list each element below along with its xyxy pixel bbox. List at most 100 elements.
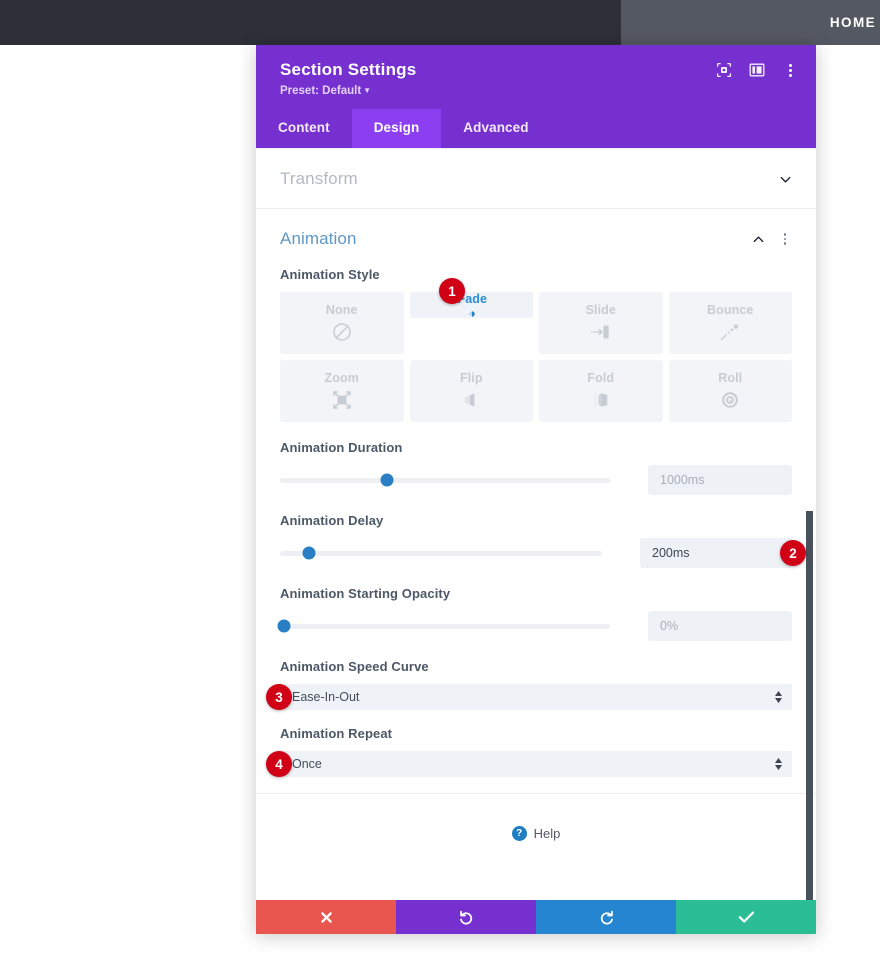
section-transform-title: Transform xyxy=(280,169,358,188)
tab-advanced[interactable]: Advanced xyxy=(441,109,550,148)
animation-delay-field: Animation Delay 200ms 2 xyxy=(280,513,806,568)
animation-style-grid: None Fade Slide Bounce Zoom Flip Fold Ro… xyxy=(280,292,792,422)
redo-arrow-icon xyxy=(600,910,613,925)
undo-arrow-icon xyxy=(459,910,472,925)
redo-button[interactable] xyxy=(536,900,676,934)
chevron-down-icon: ▼ xyxy=(363,86,372,95)
animation-style-zoom[interactable]: Zoom xyxy=(280,360,404,422)
animation-speed-curve-value: Ease-In-Out xyxy=(292,690,360,704)
more-vertical-icon[interactable] xyxy=(782,62,798,78)
animation-repeat-select[interactable]: Once xyxy=(280,751,792,777)
help-question-icon: ? xyxy=(511,826,527,841)
modal-header: Section Settings Preset: Default ▼ xyxy=(256,45,816,109)
close-x-icon xyxy=(320,911,332,923)
animation-starting-opacity-input[interactable]: 0% xyxy=(648,611,792,641)
no-entry-icon xyxy=(333,323,351,341)
animation-style-roll-label: Roll xyxy=(718,371,743,385)
slider-track xyxy=(280,477,610,483)
section-animation-title: Animation xyxy=(280,229,357,248)
section-animation[interactable]: Animation xyxy=(256,209,816,255)
caret-down-icon xyxy=(775,765,782,770)
layout-panel-icon[interactable] xyxy=(749,62,765,78)
help-label: Help xyxy=(533,826,561,841)
save-button[interactable] xyxy=(676,900,816,934)
topbar-dark-region xyxy=(0,0,621,45)
marker-3: 3 xyxy=(266,684,292,710)
chevron-up-icon[interactable] xyxy=(752,233,765,246)
topbar-gray-region: HOME xyxy=(621,0,880,45)
caret-down-icon xyxy=(775,698,782,703)
modal-tabs: Content Design Advanced xyxy=(256,109,816,148)
slider-track xyxy=(280,623,610,629)
animation-style-bounce[interactable]: Bounce xyxy=(668,292,792,354)
animation-style-zoom-label: Zoom xyxy=(324,371,359,385)
animation-repeat-field: Animation Repeat Once 4 xyxy=(266,726,792,777)
preset-label: Preset: Default xyxy=(280,85,362,97)
modal-scrollbar[interactable] xyxy=(806,511,813,900)
animation-style-fold-label: Fold xyxy=(587,371,615,385)
cancel-button[interactable] xyxy=(256,900,396,934)
modal-header-actions xyxy=(716,62,798,78)
animation-style-none-label: None xyxy=(325,303,358,317)
animation-repeat-label: Animation Repeat xyxy=(280,726,393,741)
animation-duration-slider[interactable] xyxy=(280,469,648,491)
fold-icon xyxy=(594,393,607,407)
focus-target-icon[interactable] xyxy=(716,62,732,78)
animation-style-flip-label: Flip xyxy=(459,371,483,385)
caret-up-icon xyxy=(775,691,782,696)
marker-1: 1 xyxy=(439,278,465,304)
marker-2: 2 xyxy=(780,540,806,566)
slider-knob[interactable] xyxy=(302,546,316,560)
tab-content[interactable]: Content xyxy=(256,109,352,148)
flip-icon xyxy=(464,393,475,407)
slider-knob[interactable] xyxy=(277,619,291,633)
animation-style-fade[interactable]: Fade xyxy=(409,292,533,318)
animation-repeat-value: Once xyxy=(292,757,322,771)
animation-duration-label: Animation Duration xyxy=(280,440,403,455)
animation-style-bounce-label: Bounce xyxy=(707,303,754,317)
animation-style-flip[interactable]: Flip xyxy=(409,360,533,422)
bounce-icon xyxy=(721,324,739,340)
fade-icon xyxy=(469,311,475,317)
animation-style-label: Animation Style xyxy=(280,267,380,282)
animation-delay-label: Animation Delay xyxy=(280,513,384,528)
animation-starting-opacity-label: Animation Starting Opacity xyxy=(280,586,451,601)
animation-style-fold[interactable]: Fold xyxy=(539,360,663,422)
animation-delay-input[interactable]: 200ms xyxy=(640,538,792,568)
animation-speed-curve-label: Animation Speed Curve xyxy=(280,659,429,674)
slider-knob[interactable] xyxy=(380,473,394,487)
zoom-expand-icon xyxy=(333,391,351,409)
animation-style-field: Animation Style None Fade Slide Bounce Z… xyxy=(280,267,792,422)
roll-spiral-icon xyxy=(722,392,739,408)
select-arrows-icon xyxy=(775,758,782,770)
help-link[interactable]: ? Help xyxy=(256,794,816,875)
modal-body: Transform Animation Animation Style None xyxy=(256,148,816,900)
animation-style-slide[interactable]: Slide xyxy=(539,292,663,354)
animation-starting-opacity-slider[interactable] xyxy=(277,615,648,637)
slider-track xyxy=(280,550,602,556)
section-options-icon[interactable] xyxy=(778,232,792,246)
animation-panel: Animation Style None Fade Slide Bounce Z… xyxy=(256,255,816,777)
section-transform[interactable]: Transform xyxy=(256,148,816,209)
modal-footer xyxy=(256,900,816,934)
section-animation-controls xyxy=(752,232,792,246)
caret-up-icon xyxy=(775,758,782,763)
animation-style-roll[interactable]: Roll xyxy=(668,360,792,422)
chevron-down-icon[interactable] xyxy=(779,173,792,186)
check-icon xyxy=(738,911,754,923)
section-transform-controls xyxy=(779,173,792,186)
undo-button[interactable] xyxy=(396,900,536,934)
preset-selector[interactable]: Preset: Default ▼ xyxy=(280,84,792,99)
animation-style-none[interactable]: None xyxy=(280,292,404,354)
animation-duration-input[interactable]: 1000ms xyxy=(648,465,792,495)
animation-style-slide-label: Slide xyxy=(585,303,616,317)
animation-starting-opacity-field: Animation Starting Opacity 0% xyxy=(277,586,792,641)
tab-design[interactable]: Design xyxy=(351,109,442,148)
animation-delay-slider[interactable] xyxy=(280,542,640,564)
animation-speed-curve-select[interactable]: Ease-In-Out xyxy=(280,684,792,710)
marker-4: 4 xyxy=(266,751,292,777)
slide-icon xyxy=(590,325,609,339)
animation-duration-field: Animation Duration 1000ms xyxy=(280,440,792,495)
select-arrows-icon xyxy=(775,691,782,703)
home-menu-link[interactable]: HOME xyxy=(830,0,876,45)
